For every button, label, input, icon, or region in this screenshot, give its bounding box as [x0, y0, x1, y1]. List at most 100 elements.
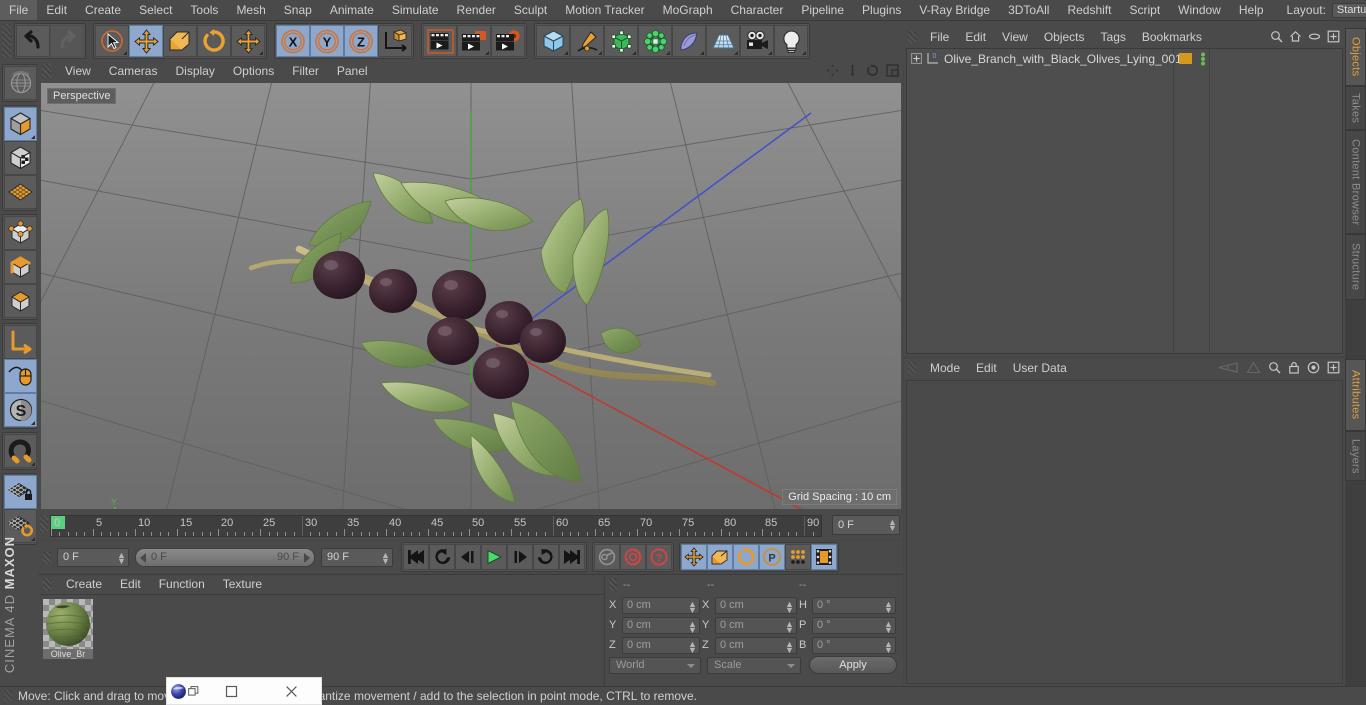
spinner-icon[interactable]: ▲ ▼: [381, 550, 390, 565]
preview-range-slider[interactable]: 0 F 90 F: [135, 547, 315, 567]
current-frame-field[interactable]: 0 F ▲ ▼: [832, 515, 900, 535]
object-menu-bookmarks[interactable]: Bookmarks: [1134, 28, 1210, 46]
deformer-icon[interactable]: [638, 25, 672, 57]
maximize-view-icon[interactable]: [886, 64, 899, 77]
object-menu-tags[interactable]: Tags: [1093, 28, 1134, 46]
attribute-menu-edit[interactable]: Edit: [968, 359, 1005, 378]
step-forward-icon[interactable]: [507, 544, 533, 570]
dock-tab-content-browser[interactable]: Content Browser: [1345, 130, 1366, 234]
timeline-ruler[interactable]: 0 5 10 15 20 25 30 35 40 45 50 55 60 65 70 75 80 85 90: [50, 515, 822, 537]
render-view-icon[interactable]: [423, 25, 457, 57]
dolly-icon[interactable]: [846, 64, 859, 77]
dock-tab-attributes[interactable]: Attributes: [1345, 359, 1366, 431]
material-menu-edit[interactable]: Edit: [111, 575, 150, 594]
viewport-solo-icon[interactable]: [4, 359, 37, 393]
size-input-y[interactable]: 0 cm ▲ ▼: [715, 616, 797, 634]
overflow-corner-icon[interactable]: [666, 51, 670, 55]
move-icon[interactable]: [129, 25, 163, 57]
play-icon[interactable]: [481, 544, 507, 570]
axis-x-icon[interactable]: X: [276, 25, 310, 57]
rotation-input-h[interactable]: 0 ° ▲ ▼: [812, 596, 896, 614]
object-menu-file[interactable]: File: [922, 28, 957, 46]
lock-icon[interactable]: [1288, 361, 1300, 374]
history-back-icon[interactable]: [1217, 361, 1239, 374]
record-key-icon[interactable]: [594, 544, 620, 570]
range-right-handle-icon[interactable]: [304, 552, 310, 563]
spinner-icon[interactable]: ▲ ▼: [688, 599, 697, 614]
overflow-corner-icon[interactable]: [259, 51, 263, 55]
spline-pen-icon[interactable]: [570, 25, 604, 57]
animbar-grip[interactable]: [43, 550, 51, 564]
rotate-view-icon[interactable]: [866, 64, 879, 77]
overflow-corner-icon[interactable]: [31, 462, 35, 466]
soft-selection-icon[interactable]: S: [4, 393, 37, 427]
spinner-icon[interactable]: ▲ ▼: [884, 639, 893, 654]
end-frame-field[interactable]: 90 F ▲ ▼: [321, 547, 393, 567]
autokey-icon[interactable]: [620, 544, 646, 570]
cube-primitive-icon[interactable]: [536, 25, 570, 57]
menu-character[interactable]: Character: [722, 0, 793, 20]
overflow-corner-icon[interactable]: [31, 135, 35, 139]
points-mode-icon[interactable]: [4, 216, 37, 250]
overflow-corner-icon[interactable]: [632, 51, 636, 55]
key-scale-icon[interactable]: [707, 544, 733, 570]
viewport-menu-view[interactable]: View: [56, 62, 100, 81]
home-icon[interactable]: [1289, 30, 1302, 43]
rotation-input-b[interactable]: 0 ° ▲ ▼: [812, 636, 896, 654]
size-input-x[interactable]: 0 cm ▲ ▼: [715, 596, 797, 614]
material-menu-function[interactable]: Function: [150, 575, 214, 594]
spinner-icon[interactable]: ▲ ▼: [117, 550, 126, 565]
texture-tag-icon[interactable]: [1179, 53, 1192, 64]
object-name[interactable]: Olive_Branch_with_Black_Olives_Lying_001: [944, 52, 1182, 66]
position-input-z[interactable]: 0 cm ▲ ▼: [622, 636, 700, 654]
world-coordinates-icon[interactable]: [378, 25, 412, 57]
visibility-dots-icon[interactable]: [1199, 52, 1207, 66]
spinner-icon[interactable]: ▲ ▼: [884, 599, 893, 614]
position-input-y[interactable]: 0 cm ▲ ▼: [622, 616, 700, 634]
dock-tab-structure[interactable]: Structure: [1345, 234, 1366, 300]
attribute-content[interactable]: [906, 380, 1343, 684]
perspective-viewport[interactable]: Y Z X Perspective Grid Spacing : 10 cm: [41, 83, 901, 509]
viewport-menu-display[interactable]: Display: [166, 62, 223, 81]
menu-render[interactable]: Render: [448, 0, 505, 20]
overflow-corner-icon[interactable]: [734, 51, 738, 55]
menu-window[interactable]: Window: [1169, 0, 1230, 20]
menu-pipeline[interactable]: Pipeline: [792, 0, 853, 20]
menu-script[interactable]: Script: [1120, 0, 1169, 20]
material-preview[interactable]: [43, 599, 93, 649]
layer-icon[interactable]: 0: [926, 52, 940, 65]
coordinates-grip[interactable]: [609, 578, 617, 591]
key-rotation-icon[interactable]: [733, 544, 759, 570]
texture-mode-icon[interactable]: [4, 141, 37, 175]
render-settings-icon[interactable]: [491, 25, 525, 57]
viewport-grip[interactable]: [42, 64, 51, 78]
material-menu-create[interactable]: Create: [57, 575, 111, 594]
object-row[interactable]: 0 Olive_Branch_with_Black_Olives_Lying_0…: [907, 49, 1342, 68]
material-grip[interactable]: [43, 578, 51, 591]
menu-select[interactable]: Select: [130, 0, 181, 20]
axis-y-icon[interactable]: Y: [310, 25, 344, 57]
range-left-handle-icon[interactable]: [140, 552, 146, 563]
rotation-input-p[interactable]: 0 ° ▲ ▼: [812, 616, 896, 634]
search-icon[interactable]: [1268, 361, 1281, 374]
spinner-icon[interactable]: ▲ ▼: [785, 639, 794, 654]
overflow-corner-icon[interactable]: [564, 51, 568, 55]
overflow-corner-icon[interactable]: [123, 51, 127, 55]
spinner-icon[interactable]: ▲ ▼: [688, 619, 697, 634]
position-input-x[interactable]: 0 cm ▲ ▼: [622, 596, 700, 614]
environment-icon[interactable]: [672, 25, 706, 57]
goto-end-icon[interactable]: [559, 544, 585, 570]
spinner-icon[interactable]: ▲ ▼: [888, 518, 897, 533]
ellipse-icon[interactable]: [1308, 30, 1321, 43]
viewport-menu-panel[interactable]: Panel: [328, 62, 377, 81]
spinner-icon[interactable]: ▲ ▼: [884, 619, 893, 634]
redo-icon[interactable]: [50, 25, 84, 57]
overflow-corner-icon[interactable]: [598, 51, 602, 55]
overflow-corner-icon[interactable]: [485, 51, 489, 55]
undo-icon[interactable]: [16, 25, 50, 57]
viewport-menu-filter[interactable]: Filter: [283, 62, 328, 81]
plus-box-icon[interactable]: [1327, 361, 1340, 374]
size-input-z[interactable]: 0 cm ▲ ▼: [715, 636, 797, 654]
polygons-mode-icon[interactable]: [4, 284, 37, 318]
undo-view-icon[interactable]: [4, 66, 37, 100]
